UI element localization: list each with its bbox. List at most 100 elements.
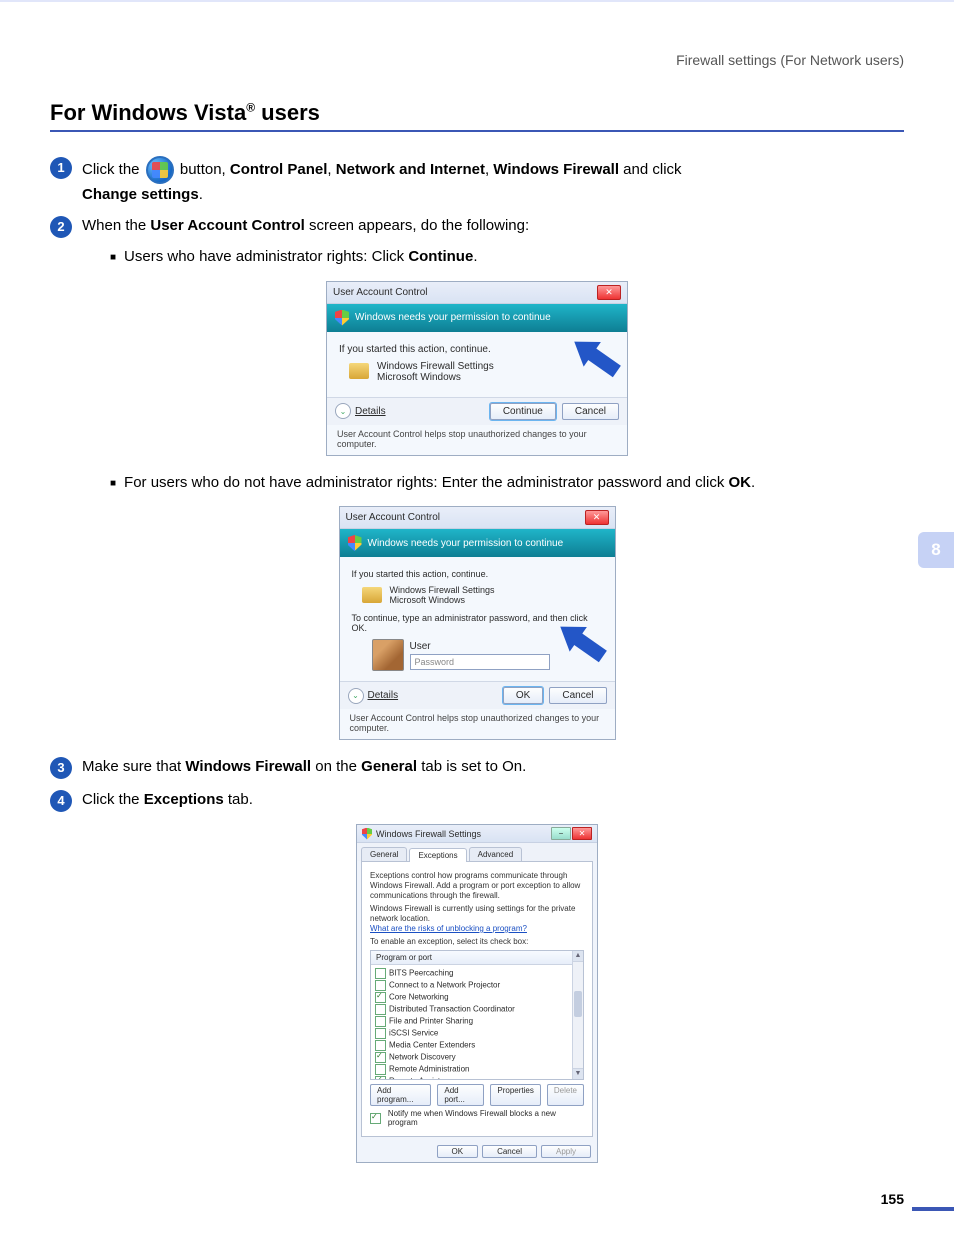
cancel-button[interactable]: Cancel	[562, 403, 619, 420]
close-icon[interactable]: ✕	[572, 827, 592, 840]
item-label: Distributed Transaction Coordinator	[389, 1005, 515, 1014]
continue-button[interactable]: Continue	[490, 403, 556, 420]
add-port-button[interactable]: Add port...	[437, 1084, 484, 1106]
item-checkbox[interactable]	[375, 1076, 386, 1080]
ok-button[interactable]: OK	[503, 687, 543, 704]
details-toggle[interactable]: ⌄ Details	[348, 688, 399, 704]
list-item[interactable]: Connect to a Network Projector	[375, 980, 579, 991]
tab-exceptions[interactable]: Exceptions	[409, 848, 466, 862]
fw-location-note: Windows Firewall is currently using sett…	[370, 904, 584, 934]
scroll-up-icon[interactable]: ▲	[573, 951, 583, 962]
step-2-sub-1: Users who have administrator rights: Cli…	[110, 246, 904, 269]
cancel-button[interactable]: Cancel	[482, 1145, 537, 1158]
user-avatar-icon	[372, 639, 404, 671]
title-text-post: users	[255, 100, 320, 125]
tab-advanced[interactable]: Advanced	[469, 847, 523, 861]
minimize-icon[interactable]: −	[551, 827, 571, 840]
item-checkbox[interactable]	[375, 1040, 386, 1051]
uac-titlebar: User Account Control ✕	[327, 282, 627, 304]
step-1-number: 1	[50, 157, 72, 179]
step-1: 1 Click the button, Control Panel, Netwo…	[50, 156, 904, 205]
apply-button[interactable]: Apply	[541, 1145, 591, 1158]
fw-enable-label: To enable an exception, select its check…	[370, 937, 584, 947]
notify-checkbox[interactable]	[370, 1113, 381, 1124]
item-checkbox[interactable]	[375, 1016, 386, 1027]
step-2-number: 2	[50, 216, 72, 238]
delete-button[interactable]: Delete	[547, 1084, 584, 1106]
bullet-icon	[110, 474, 124, 491]
page-accent-bar	[912, 1207, 954, 1211]
item-checkbox[interactable]	[375, 1028, 386, 1039]
scroll-thumb[interactable]	[574, 991, 582, 1017]
step-1-text: Click the button, Control Panel, Network…	[82, 156, 904, 205]
step-3-text: Make sure that Windows Firewall on the G…	[82, 756, 904, 777]
fw-button-row: Add program... Add port... Properties De…	[370, 1084, 584, 1106]
list-item[interactable]: iSCSI Service	[375, 1028, 579, 1039]
scroll-down-icon[interactable]: ▼	[573, 1068, 583, 1079]
start-orb-icon	[146, 156, 174, 184]
uac-banner: Windows needs your permission to continu…	[340, 529, 615, 557]
manual-page: Firewall settings (For Network users) Fo…	[0, 0, 954, 1235]
ok-button[interactable]: OK	[437, 1145, 479, 1158]
step-4: 4 Click the Exceptions tab.	[50, 789, 904, 812]
uac-app-publisher: Microsoft Windows	[377, 372, 494, 383]
item-checkbox[interactable]	[375, 992, 386, 1003]
list-item[interactable]: Remote Administration	[375, 1064, 579, 1075]
uac-body-line: If you started this action, continue.	[352, 569, 603, 579]
step-2-text: When the User Account Control screen app…	[82, 215, 904, 236]
list-item[interactable]: Network Discovery	[375, 1052, 579, 1063]
list-item[interactable]: BITS Peercaching	[375, 968, 579, 979]
uac-title-text: User Account Control	[333, 287, 428, 298]
title-text-pre: For Windows Vista	[50, 100, 246, 125]
folder-icon	[362, 587, 382, 603]
uac-dialog-password: User Account Control ✕ Windows needs you…	[339, 506, 616, 740]
add-program-button[interactable]: Add program...	[370, 1084, 431, 1106]
list-item[interactable]: Distributed Transaction Coordinator	[375, 1004, 579, 1015]
list-item[interactable]: File and Printer Sharing	[375, 1016, 579, 1027]
item-checkbox[interactable]	[375, 1004, 386, 1015]
item-label: iSCSI Service	[389, 1029, 438, 1038]
tab-general[interactable]: General	[361, 847, 407, 861]
list-item[interactable]: Core Networking	[375, 992, 579, 1003]
close-icon[interactable]: ✕	[597, 285, 621, 300]
uac-banner: Windows needs your permission to continu…	[327, 304, 627, 332]
bullet-icon	[110, 248, 124, 265]
list-item[interactable]: Media Center Extenders	[375, 1040, 579, 1051]
page-number: 155	[881, 1191, 904, 1207]
chevron-down-icon: ⌄	[348, 688, 364, 704]
fw-tabs: General Exceptions Advanced	[357, 843, 597, 861]
uac-app-name: Windows Firewall Settings	[390, 585, 495, 595]
item-label: BITS Peercaching	[389, 969, 453, 978]
exceptions-listbox[interactable]: Program or port BITS Peercaching Connect …	[370, 950, 584, 1080]
step-3: 3 Make sure that Windows Firewall on the…	[50, 756, 904, 779]
step-4-number: 4	[50, 790, 72, 812]
uac-app-name: Windows Firewall Settings	[377, 361, 494, 372]
header-section-path: Firewall settings (For Network users)	[50, 52, 904, 68]
uac-titlebar: User Account Control ✕	[340, 507, 615, 529]
scrollbar[interactable]: ▲ ▼	[572, 951, 583, 1079]
risk-link[interactable]: What are the risks of unblocking a progr…	[370, 924, 527, 933]
password-field[interactable]: Password	[410, 654, 550, 670]
notify-label: Notify me when Windows Firewall blocks a…	[388, 1109, 584, 1127]
item-checkbox[interactable]	[375, 968, 386, 979]
shield-icon	[335, 310, 349, 326]
list-column-header: Program or port	[371, 951, 583, 965]
item-checkbox[interactable]	[375, 1052, 386, 1063]
fw-title-text: Windows Firewall Settings	[376, 829, 481, 839]
close-icon[interactable]: ✕	[585, 510, 609, 525]
title-underline	[50, 130, 904, 132]
properties-button[interactable]: Properties	[490, 1084, 540, 1106]
item-checkbox[interactable]	[375, 1064, 386, 1075]
shield-icon	[362, 828, 372, 840]
step-3-number: 3	[50, 757, 72, 779]
item-label: Network Discovery	[389, 1053, 456, 1062]
item-checkbox[interactable]	[375, 980, 386, 991]
item-label: Remote Administration	[389, 1065, 469, 1074]
details-toggle[interactable]: ⌄ Details	[335, 403, 386, 419]
uac-body: If you started this action, continue. Wi…	[327, 332, 627, 397]
list-item[interactable]: Remote Assistance	[375, 1076, 579, 1080]
chevron-down-icon: ⌄	[335, 403, 351, 419]
uac-help-note: User Account Control helps stop unauthor…	[340, 709, 615, 739]
chapter-tab: 8	[918, 532, 954, 568]
cancel-button[interactable]: Cancel	[549, 687, 606, 704]
